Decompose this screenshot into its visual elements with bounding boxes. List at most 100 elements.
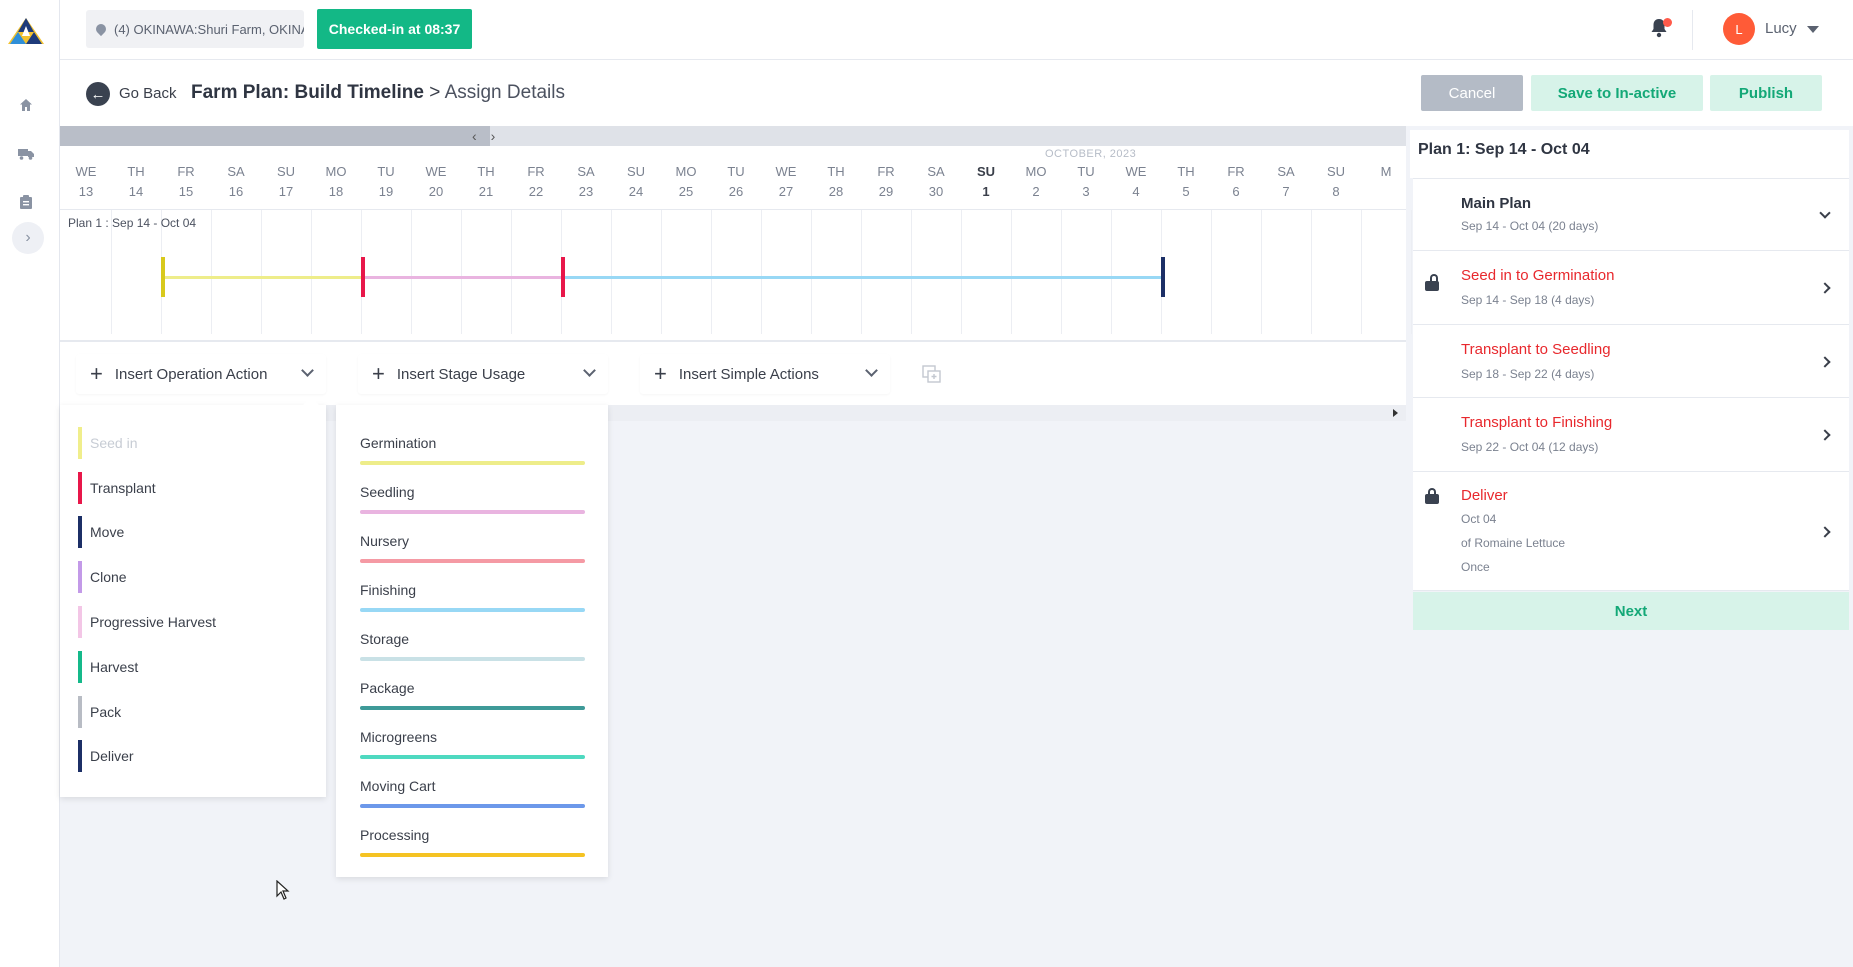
grid-line: [1211, 210, 1212, 334]
location-selector[interactable]: (4) OKINAWA:Shuri Farm, OKINAWA: [86, 10, 304, 48]
seed-in-marker[interactable]: [161, 257, 165, 297]
day-of-week: TH: [1177, 164, 1195, 179]
day-of-week: WE: [775, 164, 797, 179]
day-number: 29: [878, 184, 894, 199]
main-plan-dates: Sep 14 - Oct 04 (20 days): [1461, 219, 1599, 233]
expand-sidebar-button[interactable]: ›: [12, 222, 44, 254]
step-dates: Sep 18 - Sep 22 (4 days): [1461, 367, 1595, 381]
deliver-marker[interactable]: [1161, 257, 1165, 297]
date-column: SA 16: [211, 162, 261, 202]
plus-icon: +: [372, 361, 385, 386]
operation-menu-item[interactable]: Harvest: [78, 651, 138, 683]
transplant-marker[interactable]: [361, 257, 365, 297]
chevron-right-icon[interactable]: ›: [491, 128, 496, 144]
color-bar: [78, 561, 82, 593]
operation-menu-item[interactable]: Progressive Harvest: [78, 606, 216, 638]
step-name: Deliver: [1461, 487, 1508, 504]
scroll-arrows[interactable]: ‹ ›: [472, 126, 495, 146]
clipboard-icon[interactable]: [16, 192, 36, 212]
operation-menu-item[interactable]: Move: [78, 516, 124, 548]
caret-down-icon[interactable]: [1807, 26, 1819, 33]
timeline-scrollbar[interactable]: ‹ ›: [60, 126, 1406, 146]
day-number: 19: [378, 184, 394, 199]
stage-color-line: [360, 853, 585, 857]
seedling-segment[interactable]: [363, 276, 563, 279]
unlock-icon[interactable]: [1425, 274, 1439, 291]
date-column: TH 28: [811, 162, 861, 202]
stage-menu-item[interactable]: Storage: [360, 631, 585, 661]
date-column: M: [1361, 162, 1411, 182]
step-name: Seed in to Germination: [1461, 267, 1615, 284]
scrollbar-thumb[interactable]: [60, 126, 490, 146]
grid-line: [961, 210, 962, 334]
cancel-button[interactable]: Cancel: [1421, 75, 1523, 111]
insert-stage-usage-button[interactable]: + Insert Stage Usage: [358, 354, 608, 394]
stage-menu-item[interactable]: Germination: [360, 435, 585, 465]
grid-line: [461, 210, 462, 334]
publish-button[interactable]: Publish: [1710, 75, 1822, 111]
chevron-left-icon[interactable]: ‹: [472, 128, 477, 144]
stage-menu-item[interactable]: Moving Cart: [360, 778, 585, 808]
grid-line: [711, 210, 712, 334]
copy-icon[interactable]: [922, 365, 942, 383]
home-icon[interactable]: [16, 95, 36, 115]
main-plan-card[interactable]: Main Plan Sep 14 - Oct 04 (20 days): [1413, 178, 1849, 250]
color-bar: [78, 606, 82, 638]
transplant-marker[interactable]: [561, 257, 565, 297]
stage-menu-item[interactable]: Processing: [360, 827, 585, 857]
insert-operation-action-button[interactable]: + Insert Operation Action: [76, 354, 326, 394]
date-column: FR 29: [861, 162, 911, 202]
stage-menu-item[interactable]: Package: [360, 680, 585, 710]
date-column: TH 14: [111, 162, 161, 202]
finishing-segment[interactable]: [563, 276, 1163, 279]
step-card[interactable]: Transplant to Seedling Sep 18 - Sep 22 (…: [1413, 324, 1849, 397]
stage-menu-label: Finishing: [360, 582, 417, 598]
date-header: WE 13 TH 14 FR 15 SA 16 SU 17 MO 18 TU 19 WE 20 TH 21 FR 22…: [60, 162, 1406, 210]
plus-icon: +: [90, 361, 103, 386]
day-of-week: WE: [425, 164, 447, 179]
step-card[interactable]: Deliver Oct 04 of Romaine Lettuce Once: [1413, 471, 1849, 591]
notification-button[interactable]: [1650, 18, 1672, 40]
scroll-right-icon[interactable]: [1393, 409, 1398, 417]
operation-menu-label: Seed in: [90, 435, 138, 451]
date-column: WE 4: [1111, 162, 1161, 202]
checkin-button[interactable]: Checked-in at 08:37: [317, 9, 472, 49]
day-of-week: MO: [1025, 164, 1047, 179]
stage-menu-item[interactable]: Microgreens: [360, 729, 585, 759]
map-pin-icon: [93, 21, 109, 37]
location-text: (4) OKINAWA:Shuri Farm, OKINAWA: [114, 21, 304, 37]
operation-menu-label: Move: [90, 524, 125, 540]
save-inactive-button[interactable]: Save to In-active: [1531, 75, 1703, 111]
go-back-link[interactable]: Go Back: [119, 85, 177, 102]
day-number: 21: [478, 184, 494, 199]
arrow-left-icon[interactable]: ←: [86, 82, 110, 106]
truck-icon[interactable]: [16, 144, 36, 164]
stage-menu-item[interactable]: Finishing: [360, 582, 585, 612]
operation-menu-item[interactable]: Clone: [78, 561, 127, 593]
stage-menu-item[interactable]: Seedling: [360, 484, 585, 514]
avatar[interactable]: L: [1723, 13, 1755, 45]
next-button[interactable]: Next: [1413, 592, 1849, 630]
user-name[interactable]: Lucy: [1765, 20, 1797, 37]
operation-menu-item[interactable]: Transplant: [78, 472, 156, 504]
grid-line: [1061, 210, 1062, 334]
day-number: 5: [1182, 184, 1190, 199]
lock-icon[interactable]: [1425, 488, 1439, 504]
company-logo[interactable]: [4, 12, 48, 56]
step-dates: Sep 14 - Sep 18 (4 days): [1461, 293, 1595, 307]
day-of-week: FR: [877, 164, 895, 179]
step-card[interactable]: Transplant to Finishing Sep 22 - Oct 04 …: [1413, 397, 1849, 471]
day-of-week: TU: [377, 164, 395, 179]
stage-menu-item[interactable]: Nursery: [360, 533, 585, 563]
day-number: 3: [1082, 184, 1090, 199]
insert-simple-actions-button[interactable]: + Insert Simple Actions: [640, 354, 890, 394]
date-column: SU 1: [961, 162, 1011, 202]
grid-line: [411, 210, 412, 334]
germination-segment[interactable]: [163, 276, 363, 279]
grid-line: [661, 210, 662, 334]
day-number: 2: [1032, 184, 1040, 199]
step-card[interactable]: Seed in to Germination Sep 14 - Sep 18 (…: [1413, 250, 1849, 324]
operation-menu-item[interactable]: Pack: [78, 696, 121, 728]
operation-menu-item[interactable]: Deliver: [78, 740, 134, 772]
grid-line: [861, 210, 862, 334]
